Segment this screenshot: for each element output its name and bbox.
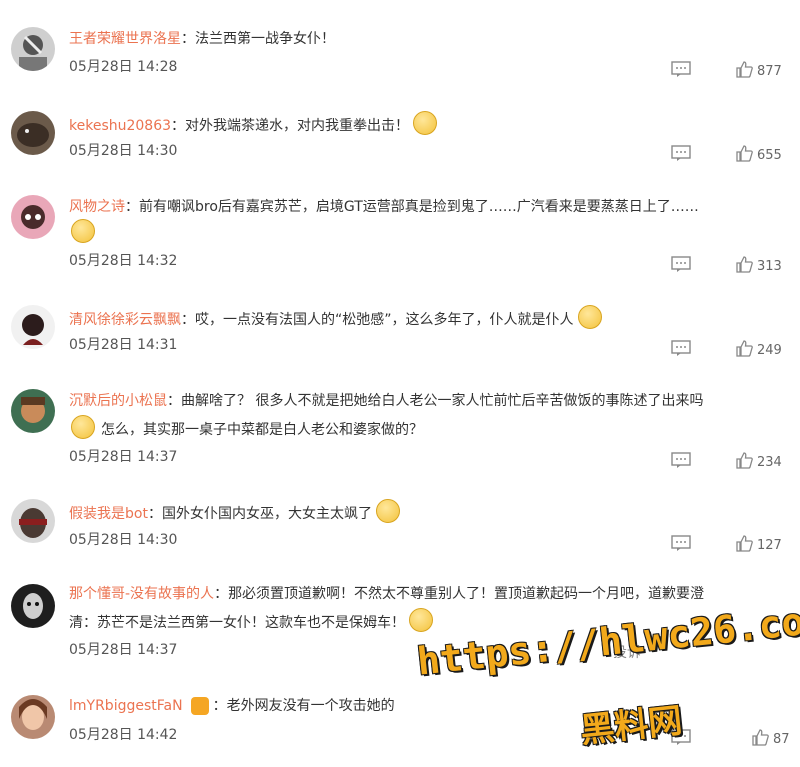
avatar[interactable] — [11, 584, 55, 628]
smile-emoji-icon — [577, 305, 602, 329]
like-button[interactable]: 249 — [736, 340, 782, 361]
comment-body-cont: 清：苏芒不是法兰西第一女仆！这款车也不是保姆车！ — [69, 608, 786, 635]
crown-badge-icon — [190, 697, 209, 715]
comment-body: 清风徐徐彩云飘飘：哎，一点没有法国人的“松弛感”，这么多年了，仆人就是仆人 — [69, 305, 786, 332]
like-button[interactable]: 655 — [736, 145, 782, 166]
comment-text: 那必须置顶道歉啊！不然太不尊重别人了！置顶道歉起码一个月吧，道歉要澄 — [228, 586, 705, 602]
thumbs-up-icon — [752, 729, 769, 746]
comment-text: 法兰西第一战争女仆！ — [195, 31, 335, 47]
shocked-emoji-icon — [375, 499, 400, 523]
comment-text: 哎，一点没有法国人的“松弛感”，这么多年了，仆人就是仆人 — [195, 312, 574, 328]
comment-username[interactable]: lmYRbiggestFaN — [69, 698, 183, 714]
separator: ： — [147, 506, 162, 522]
comment-text: 前有嘲讽bro后有嘉宾苏芒，启境GT运营部真是捡到鬼了……广汽看来是要蒸蒸日上了… — [139, 199, 699, 215]
like-button[interactable]: 234 — [736, 452, 782, 473]
comment-time: 05月28日 14:31 — [69, 337, 178, 353]
comment-username[interactable]: 沉默后的小松鼠 — [69, 393, 167, 409]
like-count: 127 — [757, 538, 782, 553]
comment-username[interactable]: 清风徐徐彩云飘飘 — [69, 312, 181, 328]
comment-time: 05月28日 14:37 — [69, 642, 178, 658]
comment-username[interactable]: 那个懂哥-没有故事的人 — [69, 586, 214, 602]
comment-text: 国外女仆国内女巫，大女主太飒了 — [161, 506, 372, 522]
thumbs-up-icon — [736, 452, 753, 469]
like-count: 234 — [757, 455, 782, 470]
comment-text: 对外我端茶递水，对内我重拳出击！ — [185, 118, 410, 134]
comment-text: 曲解啥了？ 很多人不就是把她给白人老公一家人忙前忙后辛苦做饭的事陈述了出来吗 — [181, 393, 704, 409]
thumbs-up-icon — [736, 61, 753, 78]
comment-body: 风物之诗：前有嘲讽bro后有嘉宾苏芒，启境GT运营部真是捡到鬼了……广汽看来是要… — [69, 195, 786, 219]
thumbs-up-icon — [736, 145, 753, 162]
sweat-emoji-icon — [409, 608, 433, 632]
comment-text: 老外网友没有一个攻击她的 — [226, 698, 395, 714]
comment-text-cont: 怎么，其实那一桌子中菜都是白人老公和婆家做的？ — [101, 422, 423, 438]
reply-icon[interactable] — [671, 145, 691, 161]
avatar[interactable] — [11, 695, 55, 739]
thinking-emoji-icon — [71, 219, 95, 243]
avatar[interactable] — [11, 499, 55, 543]
like-count: 655 — [757, 148, 782, 163]
separator: ： — [171, 118, 186, 134]
comment-body: 假装我是bot：国外女仆国内女巫，大女主太飒了 — [69, 499, 786, 526]
comment-body-cont — [69, 219, 786, 246]
reply-icon[interactable] — [671, 535, 691, 551]
thumbs-up-icon — [736, 340, 753, 357]
comment-body: 那个懂哥-没有故事的人：那必须置顶道歉啊！不然太不尊重别人了！置顶道歉起码一个月… — [69, 582, 786, 606]
like-button[interactable]: 313 — [736, 256, 782, 277]
like-count: 249 — [757, 343, 782, 358]
comment-username[interactable]: kekeshu20863 — [69, 118, 171, 134]
comment-username[interactable]: 假装我是bot — [69, 506, 148, 522]
separator: ： — [214, 586, 229, 602]
comment-time: 05月28日 14:37 — [69, 449, 178, 465]
reply-icon[interactable] — [671, 340, 691, 356]
comment-time: 05月28日 14:30 — [69, 532, 178, 548]
comment-body: 沉默后的小松鼠：曲解啥了？ 很多人不就是把她给白人老公一家人忙前忙后辛苦做饭的事… — [69, 389, 786, 413]
avatar[interactable] — [11, 389, 55, 433]
separator: ： — [181, 31, 195, 47]
separator: ： — [181, 312, 195, 328]
comment-text-cont: 清：苏芒不是法兰西第一女仆！这款车也不是保姆车！ — [69, 615, 405, 631]
avatar[interactable] — [11, 305, 55, 349]
reply-icon[interactable] — [671, 61, 691, 77]
separator: ： — [167, 393, 181, 409]
thumbs-up-icon — [736, 256, 753, 273]
confused-emoji-icon — [71, 415, 95, 439]
reply-icon[interactable] — [671, 729, 691, 745]
like-count: 313 — [757, 259, 782, 274]
separator: ： — [125, 199, 139, 215]
like-count: 877 — [757, 64, 782, 79]
comment-time: 05月28日 14:32 — [69, 253, 178, 269]
reply-icon[interactable] — [671, 256, 691, 272]
like-count: 87 — [773, 732, 790, 747]
avatar[interactable] — [11, 27, 55, 71]
comment-time: 05月28日 14:28 — [69, 59, 178, 75]
thumbs-up-icon — [736, 535, 753, 552]
comment-body: 王者荣耀世界洛星：法兰西第一战争女仆！ — [69, 27, 786, 51]
shush-emoji-icon — [413, 111, 438, 135]
like-button[interactable]: 87 — [752, 729, 790, 750]
reply-icon[interactable] — [671, 452, 691, 468]
comment-body: kekeshu20863：对外我端茶递水，对内我重拳出击！ — [69, 111, 786, 138]
comment-username[interactable]: 王者荣耀世界洛星 — [69, 31, 181, 47]
like-button[interactable]: 877 — [736, 61, 782, 82]
like-button[interactable]: 127 — [736, 535, 782, 556]
comment-time: 05月28日 14:30 — [69, 143, 178, 159]
separator: ： — [212, 698, 227, 714]
comment-body-cont: 怎么，其实那一桌子中菜都是白人老公和婆家做的？ — [69, 415, 786, 442]
report-link[interactable]: 投诉 — [613, 642, 641, 662]
avatar[interactable] — [11, 195, 55, 239]
avatar[interactable] — [11, 111, 55, 155]
comment-time: 05月28日 14:42 — [69, 727, 178, 743]
comment-body: lmYRbiggestFaN ：老外网友没有一个攻击她的 — [69, 694, 786, 718]
comment-username[interactable]: 风物之诗 — [69, 199, 125, 215]
